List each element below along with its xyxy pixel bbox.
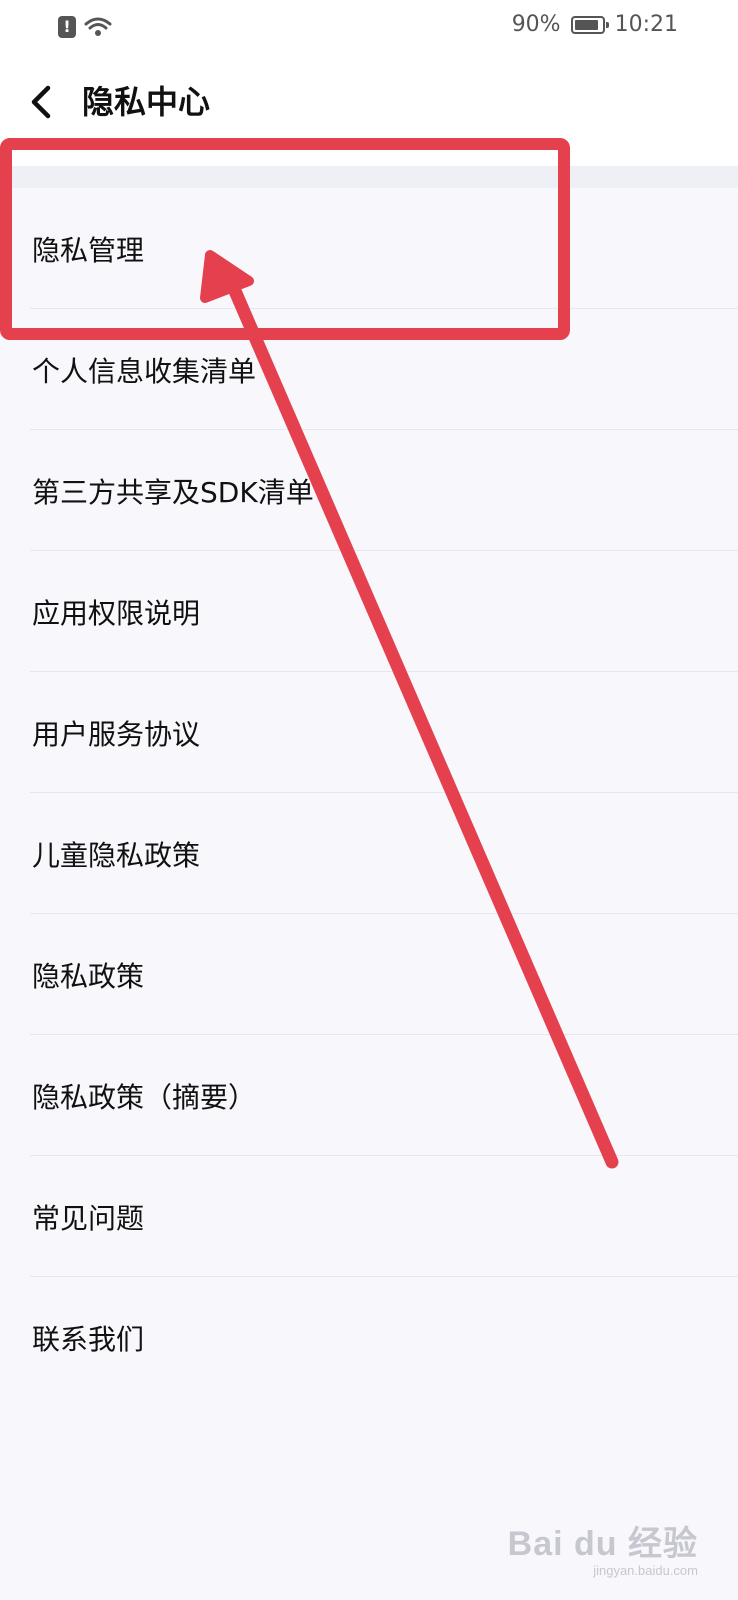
battery-icon [570,15,609,34]
watermark-url: jingyan.baidu.com [593,1563,698,1578]
section-divider [0,166,738,188]
clock: 10:21 [614,12,678,37]
menu-item-label: 隐私政策（摘要） [32,1080,257,1114]
menu-item-label: 个人信息收集清单 [32,354,257,388]
menu-item-label: 隐私政策 [32,959,145,993]
menu-item-personal-info-list[interactable]: 个人信息收集清单 [0,309,738,430]
battery-percent: 90% [511,12,561,37]
menu-item-label: 常见问题 [32,1201,145,1235]
watermark-brand: Bai du 经验 [507,1525,698,1563]
app-header: 隐私中心 [0,56,738,166]
menu-item-faq[interactable]: 常见问题 [0,1156,738,1277]
status-left [58,16,112,38]
menu-item-privacy-policy[interactable]: 隐私政策 [0,914,738,1035]
menu-item-app-permissions[interactable]: 应用权限说明 [0,551,738,672]
status-bar: 90% 10:21 [0,0,738,56]
menu-item-user-agreement[interactable]: 用户服务协议 [0,672,738,793]
menu-item-label: 应用权限说明 [32,596,201,630]
menu-item-label: 第三方共享及SDK清单 [32,475,314,509]
chevron-left-icon[interactable] [26,80,56,124]
menu-item-third-party-sdk-list[interactable]: 第三方共享及SDK清单 [0,430,738,551]
wifi-icon [84,17,112,36]
menu-item-label: 用户服务协议 [32,717,201,751]
watermark: Bai du 经验 jingyan.baidu.com [508,1516,698,1578]
menu-item-privacy-management[interactable]: 隐私管理 [0,188,738,309]
menu-item-label: 隐私管理 [32,233,145,267]
menu-item-children-privacy[interactable]: 儿童隐私政策 [0,793,738,914]
status-right: 90% 10:21 [512,12,678,37]
menu-item-label: 儿童隐私政策 [32,838,201,872]
page-title: 隐私中心 [82,83,211,121]
menu-list: 隐私管理 个人信息收集清单 第三方共享及SDK清单 应用权限说明 用户服务协议 … [0,188,738,1398]
menu-item-label: 联系我们 [32,1322,145,1356]
menu-item-contact-us[interactable]: 联系我们 [0,1277,738,1398]
alert-icon [58,16,76,38]
menu-item-privacy-policy-summary[interactable]: 隐私政策（摘要） [0,1035,738,1156]
